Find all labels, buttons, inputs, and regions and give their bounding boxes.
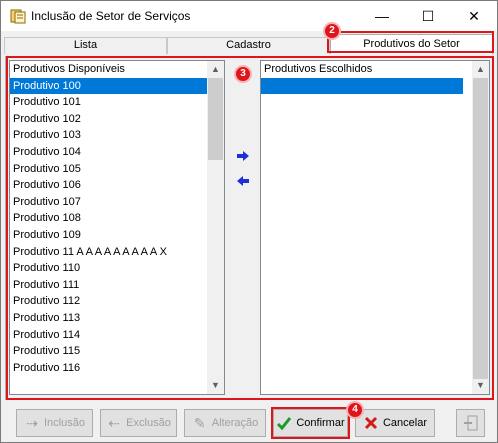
highlight-box-tab [327, 31, 494, 53]
tab-lista[interactable]: Lista [4, 37, 167, 54]
close-icon: ✕ [468, 7, 480, 24]
maximize-button[interactable]: ☐ [405, 1, 451, 31]
tab-cadastro[interactable]: Cadastro [167, 37, 330, 54]
add-icon: ⇢ [26, 414, 38, 431]
callout-badge-2: 2 [323, 22, 341, 40]
app-icon [10, 8, 26, 24]
title-bar: Inclusão de Setor de Serviços — ☐ ✕ [1, 1, 497, 31]
inclusao-button[interactable]: ⇢ Inclusão [16, 409, 93, 437]
exit-door-icon [463, 415, 479, 431]
button-bar: ⇢ Inclusão ⇠ Exclusão ✎ Alteração Confirmar… [1, 403, 497, 443]
window-title: Inclusão de Setor de Serviços [31, 9, 191, 23]
minimize-icon: — [375, 8, 389, 24]
close-button[interactable]: ✕ [451, 1, 497, 31]
remove-icon: ⇠ [108, 414, 121, 431]
highlight-box-confirmar [271, 407, 350, 439]
exclusao-button[interactable]: ⇠ Exclusão [100, 409, 177, 437]
minimize-button[interactable]: — [359, 1, 405, 31]
callout-badge-4: 4 [346, 401, 364, 419]
maximize-icon: ☐ [421, 7, 435, 24]
cancelar-button[interactable]: Cancelar [355, 409, 435, 437]
exit-button[interactable] [456, 409, 485, 437]
cancel-x-icon [363, 415, 379, 431]
window: Inclusão de Setor de Serviços — ☐ ✕ List… [0, 0, 498, 443]
edit-icon: ✎ [193, 414, 206, 431]
alteracao-button[interactable]: ✎ Alteração [184, 409, 266, 437]
highlight-box-lists [6, 56, 494, 400]
